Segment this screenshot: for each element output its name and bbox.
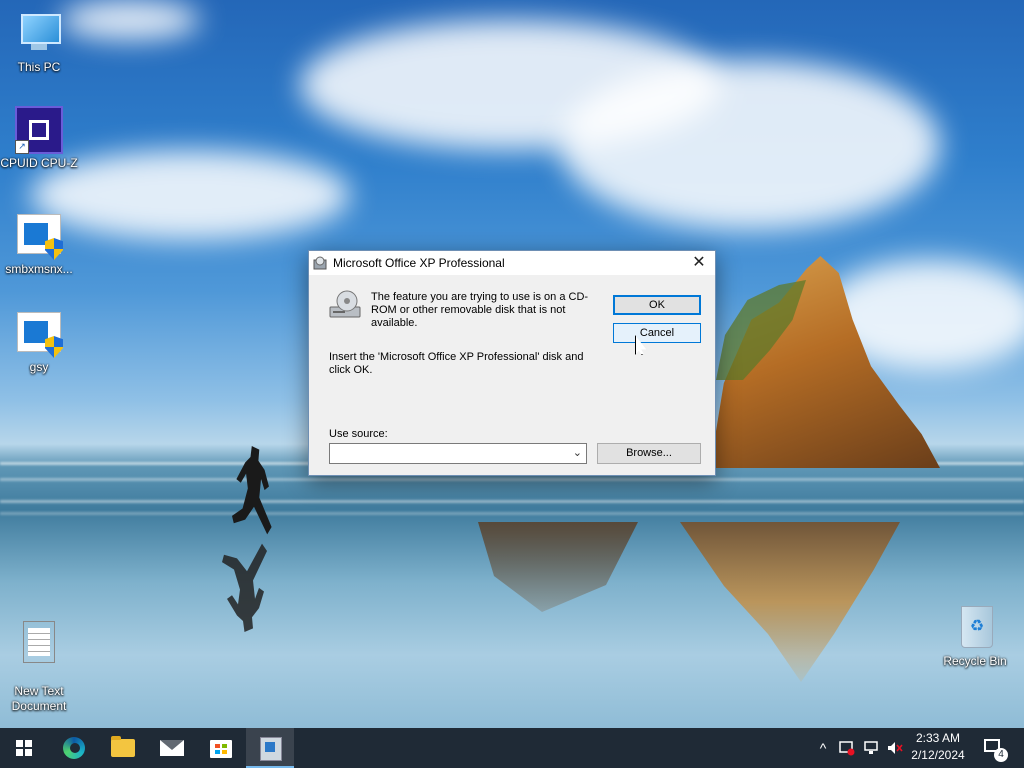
edge-browser-icon (63, 737, 85, 759)
use-source-label: Use source: (329, 428, 388, 440)
browse-button[interactable]: Browse... (597, 443, 701, 464)
desktop-icon-this-pc[interactable]: This PC (0, 10, 78, 75)
uac-shield-program-icon (15, 212, 63, 260)
show-hidden-icons-chevron-icon[interactable]: ^ (812, 728, 834, 768)
dialog-message-insert-disk: Insert the 'Microsoft Office XP Professi… (329, 351, 584, 376)
network-icon[interactable] (860, 728, 882, 768)
desktop-icon-gsy[interactable]: gsy (0, 310, 78, 375)
taskbar-app-setup[interactable] (246, 728, 294, 768)
desktop-icon-label: smbxmsnx... (5, 262, 73, 276)
cloud-shape (60, 0, 200, 40)
desktop-icon-label: CPUID CPU-Z (0, 156, 78, 170)
desktop-icon-label: New Text Document (11, 684, 67, 713)
install-source-dialog: Microsoft Office XP Professional ✕ The f… (308, 250, 716, 476)
taskbar-app-file-explorer[interactable] (99, 728, 147, 768)
close-icon[interactable]: ✕ (683, 251, 715, 275)
taskbar-clock[interactable]: 2:33 AM 2/12/2024 (902, 730, 974, 764)
desktop-icon-new-text-document[interactable]: New Text Document (0, 604, 78, 728)
chevron-down-icon[interactable]: ⌄ (573, 446, 582, 459)
shortcut-arrow-icon: ↗ (15, 140, 29, 154)
taskbar-app-store[interactable] (197, 728, 245, 768)
security-alert-icon[interactable] (836, 728, 858, 768)
recycle-bin-icon: ♻ (951, 604, 999, 652)
cloud-shape (30, 150, 350, 240)
rock-reflection (478, 522, 638, 612)
store-bag-icon (210, 740, 232, 758)
dialog-titlebar[interactable]: Microsoft Office XP Professional ✕ (309, 251, 715, 275)
desktop-icon-label: Recycle Bin (943, 654, 1007, 668)
taskbar-app-mail[interactable] (148, 728, 196, 768)
desktop-icon-cpu-z[interactable]: ↗ CPUID CPU-Z (0, 106, 78, 171)
start-button[interactable] (0, 728, 48, 768)
desktop-icon-label: This PC (17, 60, 61, 74)
installer-icon (313, 256, 327, 270)
dialog-title: Microsoft Office XP Professional (333, 256, 505, 270)
runner-silhouette (232, 446, 272, 535)
action-center-button[interactable]: 4 (978, 728, 1018, 768)
dialog-message-unavailable: The feature you are trying to use is on … (371, 291, 589, 329)
runner-reflection (222, 543, 267, 632)
rock-reflection (680, 522, 900, 682)
setup-installer-icon (260, 737, 282, 761)
cd-drive-icon (329, 290, 361, 318)
desktop-icon-recycle-bin[interactable]: ♻ Recycle Bin (936, 604, 1014, 669)
cpu-chip-icon: ↗ (15, 106, 63, 154)
computer-icon (15, 10, 63, 58)
desktop-icon-label: gsy (29, 360, 49, 374)
use-source-combobox[interactable]: ⌄ (329, 443, 587, 464)
wave-line (0, 512, 1024, 515)
wave-line (0, 478, 1024, 481)
mail-envelope-icon (160, 740, 184, 756)
ok-button[interactable]: OK (613, 295, 701, 315)
clock-time: 2:33 AM (915, 731, 961, 745)
taskbar: ^ 2:33 AM 2/12/2024 4 (0, 728, 1024, 768)
wave-line (0, 500, 1024, 503)
text-document-icon (15, 619, 63, 667)
notification-count-badge: 4 (994, 748, 1008, 762)
desktop-icon-smbxmsnx[interactable]: smbxmsnx... (0, 212, 78, 277)
windows-logo-icon (16, 740, 32, 756)
cloud-shape (560, 60, 940, 230)
clock-date: 2/12/2024 (911, 748, 965, 762)
taskbar-app-edge[interactable] (50, 728, 98, 768)
cancel-button[interactable]: Cancel (613, 323, 701, 343)
uac-shield-program-icon (15, 310, 63, 358)
folder-icon (111, 736, 135, 757)
